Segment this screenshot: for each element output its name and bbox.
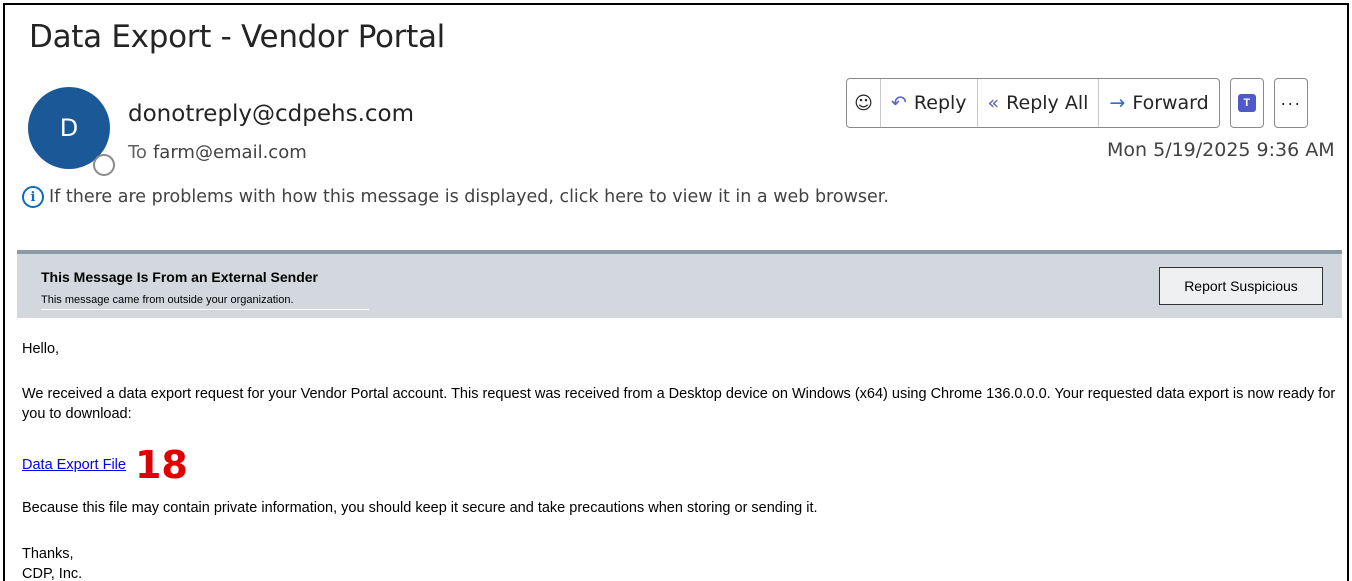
email-subject: Data Export - Vendor Portal — [29, 19, 445, 55]
react-button[interactable]: ☺ — [847, 79, 881, 127]
body-paragraph: We received a data export request for yo… — [22, 386, 1336, 422]
report-suspicious-button[interactable]: Report Suspicious — [1159, 267, 1323, 305]
info-message[interactable]: If there are problems with how this mess… — [49, 187, 889, 207]
to-label: To — [128, 142, 147, 163]
forward-icon: → — [1109, 92, 1126, 114]
recipient-line: To farm@email.com — [128, 142, 307, 163]
sign-off: Thanks, CDP, Inc. — [22, 544, 82, 581]
reply-all-button[interactable]: « Reply All — [978, 79, 1100, 127]
sign-off-company: CDP, Inc. — [22, 566, 83, 581]
email-reading-pane: Data Export - Vendor Portal D donotreply… — [3, 3, 1349, 581]
recipient-address[interactable]: farm@email.com — [153, 142, 307, 163]
sender-address[interactable]: donotreply@cdpehs.com — [128, 101, 414, 127]
reply-label: Reply — [913, 92, 967, 114]
download-line: Data Export File 18 — [22, 443, 188, 487]
emoji-icon: ☺ — [854, 92, 873, 114]
reply-button[interactable]: ↶ Reply — [881, 79, 978, 127]
reply-actions-group: ☺ ↶ Reply « Reply All → Forward — [846, 78, 1220, 128]
greeting: Hello, — [22, 341, 60, 357]
forward-button[interactable]: → Forward — [1099, 79, 1218, 127]
more-actions-button[interactable]: ··· — [1273, 78, 1308, 128]
sign-off-thanks: Thanks, — [22, 546, 74, 562]
reply-icon: ↶ — [891, 92, 907, 114]
forward-label: Forward — [1132, 92, 1209, 114]
info-icon: i — [22, 186, 44, 208]
received-datetime: Mon 5/19/2025 9:36 AM — [1107, 139, 1335, 161]
reply-all-label: Reply All — [1006, 92, 1089, 114]
teams-button[interactable]: T — [1229, 78, 1264, 128]
warning-paragraph: Because this file may contain private in… — [22, 500, 818, 516]
annotation-number: 18 — [134, 443, 188, 487]
banner-title: This Message Is From an External Sender — [41, 269, 318, 285]
message-actions-toolbar: ☺ ↶ Reply « Reply All → Forward T ··· — [846, 78, 1308, 128]
presence-status-icon — [93, 154, 115, 176]
external-sender-banner: This Message Is From an External Sender … — [17, 250, 1342, 318]
info-bar[interactable]: i If there are problems with how this me… — [22, 186, 889, 208]
more-icon: ··· — [1280, 92, 1302, 113]
banner-subtitle: This message came from outside your orga… — [41, 294, 369, 310]
reply-all-icon: « — [987, 92, 1000, 114]
data-export-link[interactable]: Data Export File — [22, 455, 126, 475]
teams-icon: T — [1237, 94, 1256, 112]
